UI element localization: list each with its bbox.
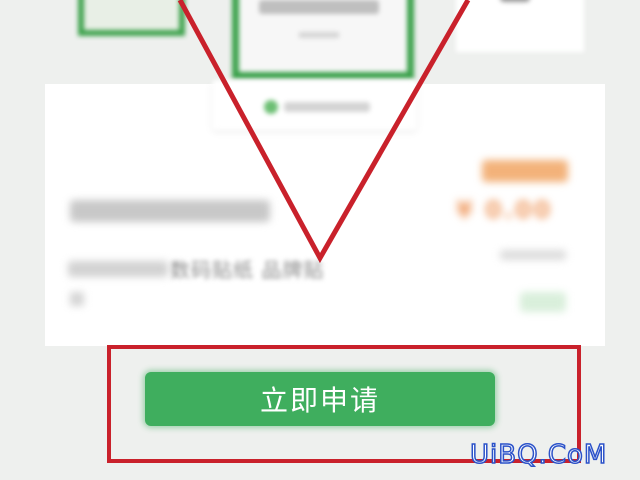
card-subtitle-placeholder bbox=[299, 32, 339, 38]
product-title bbox=[70, 200, 270, 222]
price-badge bbox=[482, 160, 568, 182]
stock-tag bbox=[520, 292, 566, 312]
original-price bbox=[500, 250, 566, 260]
product-price: ¥ 0.00 bbox=[456, 196, 553, 224]
card-caption-chip bbox=[212, 80, 417, 130]
card-label-placeholder bbox=[500, 0, 530, 2]
chip-text-placeholder bbox=[284, 102, 370, 112]
product-subtitle: 数码贴纸 品牌贴 bbox=[68, 254, 324, 282]
product-card-selected[interactable] bbox=[232, 0, 414, 79]
subtitle-blurred-part bbox=[68, 260, 168, 277]
info-icon bbox=[70, 292, 84, 306]
subtitle-text: 数码贴纸 品牌贴 bbox=[170, 258, 325, 282]
watermark: UiBQ.CoM bbox=[469, 439, 608, 471]
card-title-placeholder bbox=[259, 0, 379, 14]
screen: { "product": { "subtitle_visible": "数码贴纸… bbox=[0, 0, 640, 480]
product-card-left[interactable] bbox=[78, 0, 185, 36]
status-dot-icon bbox=[264, 100, 278, 114]
product-card-right[interactable] bbox=[456, 0, 584, 52]
